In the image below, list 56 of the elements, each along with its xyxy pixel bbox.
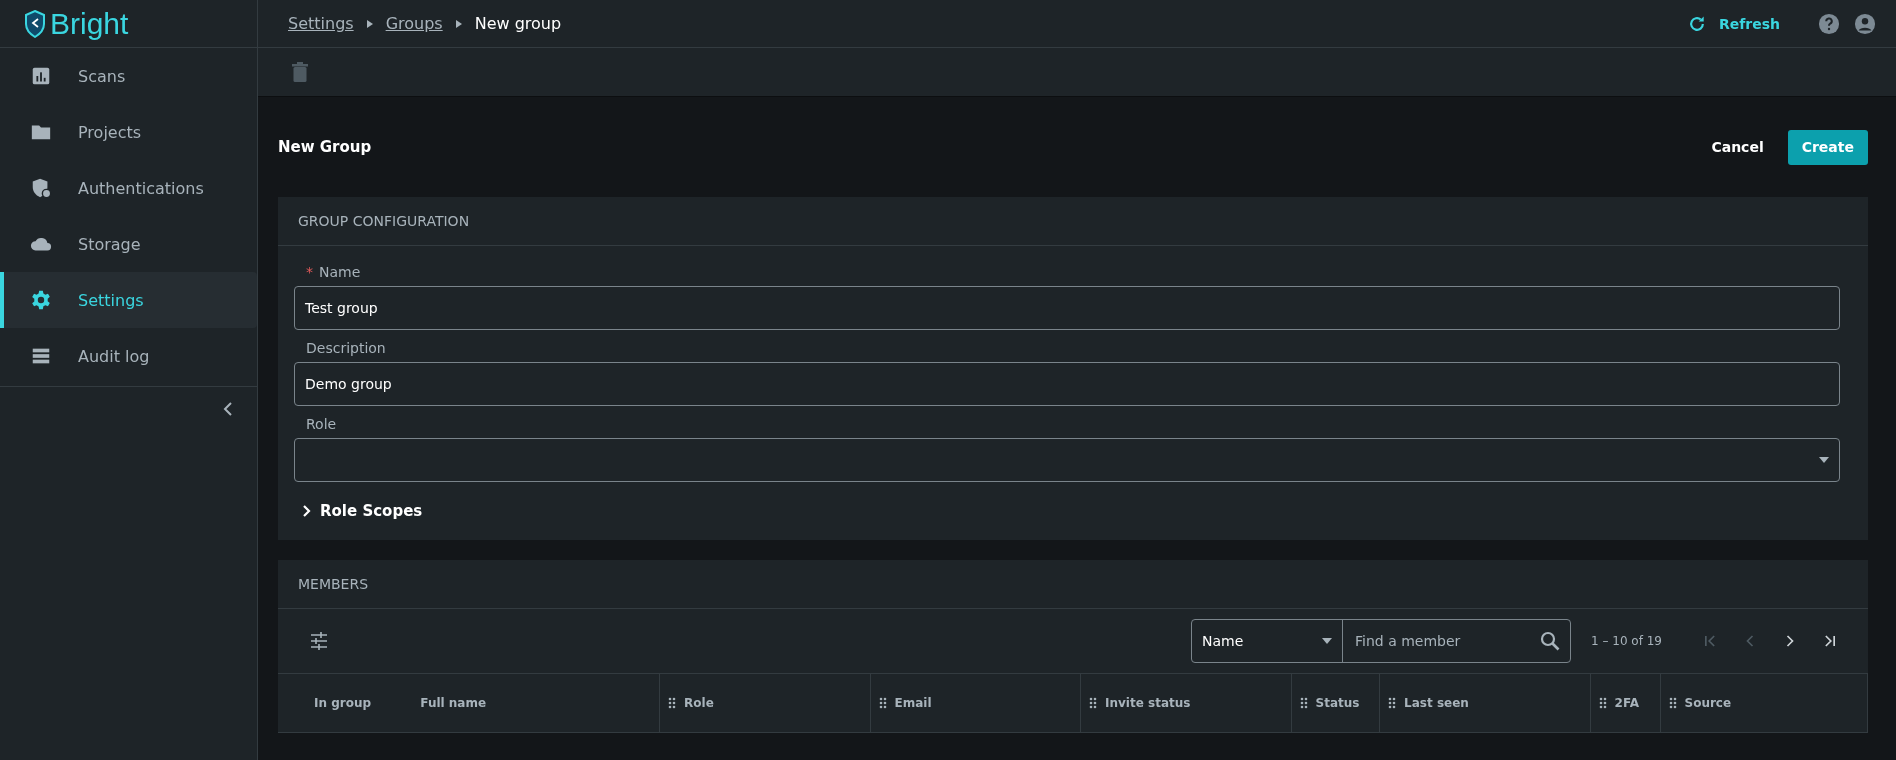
column-settings-icon[interactable] [308,630,330,652]
column-header[interactable]: Source [1684,696,1732,710]
breadcrumb-separator-icon [365,19,374,28]
role-scopes-toggle[interactable]: Role Scopes [302,502,1840,520]
dropdown-caret-icon [1322,638,1332,644]
column-header[interactable]: 2FA [1614,696,1640,710]
filter-field-dropdown[interactable]: Name [1192,620,1343,662]
column-header[interactable]: Invite status [1105,696,1191,710]
field-label: Role [306,416,337,432]
column-header[interactable]: Role [684,696,714,710]
required-mark: * [306,264,313,280]
sidebar-item[interactable]: Storage [0,216,257,272]
chevron-icon [302,504,312,518]
help-icon[interactable] [1818,12,1840,35]
drag-handle-icon[interactable] [668,697,677,709]
role-dropdown[interactable] [294,438,1840,482]
settings-icon [30,289,52,311]
sidebar-item[interactable]: Scans [0,48,257,104]
card-title: GROUP CONFIGURATION [298,213,470,229]
account-icon[interactable] [1854,12,1876,35]
page-title: New Group [278,138,373,156]
drag-handle-icon[interactable] [1598,697,1607,709]
search-field[interactable]: Find a member [1353,632,1540,650]
pagination-range: 1 – 10 of 19 [1591,634,1662,648]
logo-text: Bright [50,6,129,41]
breadcrumb-current: New group [474,14,562,33]
input-field[interactable]: Test group [294,286,1840,330]
refresh-button[interactable]: Refresh [1680,12,1786,35]
sidebar-item[interactable]: Projects [0,104,257,160]
sidebar-item[interactable]: Settings [0,272,257,328]
search-icon [1540,631,1560,651]
drag-handle-icon[interactable] [878,697,887,709]
input-field[interactable]: Demo group [294,362,1840,406]
dropdown-caret-icon [1819,457,1829,463]
column-header[interactable]: In group [314,696,372,710]
column-header[interactable]: Status [1315,696,1360,710]
drag-handle-icon[interactable] [1089,697,1098,709]
drag-handle-icon[interactable] [1299,697,1308,709]
collapse-icon[interactable] [221,401,235,417]
breadcrumb-link[interactable]: Settings [288,14,354,33]
column-header[interactable]: Full name [420,696,487,710]
drag-handle-icon[interactable] [1668,697,1677,709]
logo-shield-icon [24,9,46,38]
field-label: Description [306,340,386,356]
card-title: MEMBERS [298,576,369,592]
sidebar-item[interactable]: Audit log [0,328,257,384]
field-label: Name [319,264,361,280]
breadcrumb-link[interactable]: Groups [385,14,443,33]
column-header[interactable]: Last seen [1404,696,1469,710]
shield-icon [30,177,52,199]
sidebar-item[interactable]: Authentications [0,160,257,216]
drag-handle-icon[interactable] [1388,697,1397,709]
breadcrumb-separator-icon [454,19,463,28]
chart-icon [30,65,52,87]
cancel-button[interactable]: Cancel [1705,138,1770,156]
column-header[interactable]: Email [894,696,932,710]
